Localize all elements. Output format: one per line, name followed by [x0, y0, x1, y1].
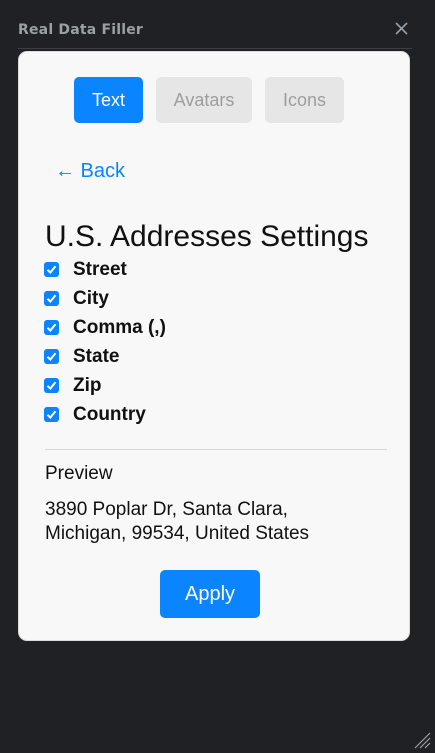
title-divider	[18, 48, 412, 49]
option-label: City	[73, 287, 109, 309]
option-label: Comma (,)	[73, 316, 166, 338]
option-label: Street	[73, 258, 127, 280]
settings-card: Text Avatars Icons ← Back U.S. Addresses…	[18, 51, 410, 641]
option-street: Street	[44, 255, 384, 284]
checkmark-icon	[46, 265, 57, 274]
tab-icons[interactable]: Icons	[265, 77, 344, 123]
option-country: Country	[44, 400, 384, 429]
field-options-list: Street City Comma (,) State Zip Country	[44, 255, 384, 429]
window-title: Real Data Filler	[18, 22, 144, 38]
checkmark-icon	[46, 323, 57, 332]
apply-button[interactable]: Apply	[160, 570, 260, 618]
street-checkbox[interactable]	[44, 262, 59, 277]
extension-window: Real Data Filler Text Avatars Icons ← Ba…	[0, 0, 435, 753]
resize-grip-icon	[414, 732, 431, 749]
option-label: Zip	[73, 374, 102, 396]
country-checkbox[interactable]	[44, 407, 59, 422]
checkmark-icon	[46, 410, 57, 419]
option-label: Country	[73, 403, 146, 425]
checkmark-icon	[46, 352, 57, 361]
option-label: State	[73, 345, 120, 367]
option-zip: Zip	[44, 371, 384, 400]
close-icon	[395, 22, 408, 35]
option-comma: Comma (,)	[44, 313, 384, 342]
close-button[interactable]	[392, 19, 412, 39]
checkmark-icon	[46, 294, 57, 303]
city-checkbox[interactable]	[44, 291, 59, 306]
resize-handle[interactable]	[413, 731, 431, 749]
option-city: City	[44, 284, 384, 313]
preview-label: Preview	[45, 463, 113, 484]
state-checkbox[interactable]	[44, 349, 59, 364]
comma-checkbox[interactable]	[44, 320, 59, 335]
zip-checkbox[interactable]	[44, 378, 59, 393]
checkmark-icon	[46, 381, 57, 390]
back-link[interactable]: ← Back	[55, 160, 125, 183]
option-state: State	[44, 342, 384, 371]
tab-text[interactable]: Text	[74, 77, 143, 123]
tab-avatars[interactable]: Avatars	[156, 77, 252, 123]
page-title: U.S. Addresses Settings	[45, 220, 369, 253]
section-divider	[45, 449, 387, 450]
preview-text: 3890 Poplar Dr, Santa Clara, Michigan, 9…	[45, 499, 310, 544]
title-bar: Real Data Filler	[0, 0, 435, 50]
